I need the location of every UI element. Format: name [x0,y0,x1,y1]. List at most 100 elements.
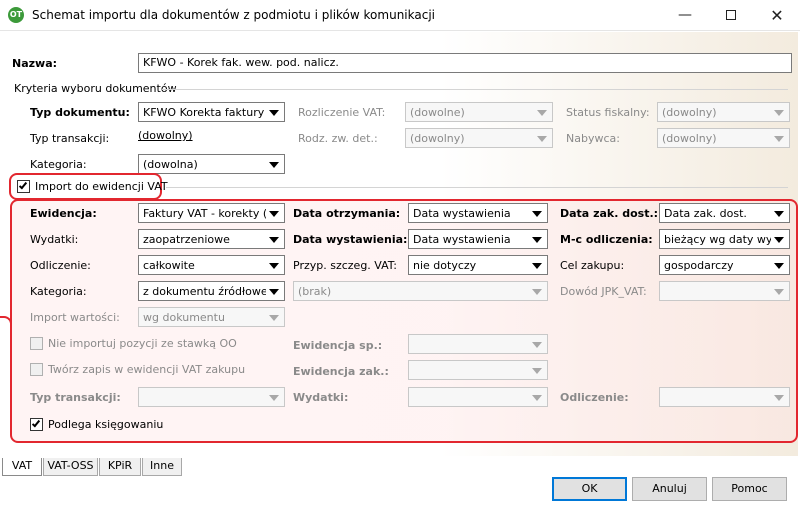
doc-type-label: Typ dokumentu: [30,106,130,119]
date-purchase-select[interactable]: Data zak. dost. [659,203,790,223]
import-values-select: wg dokumentu [138,307,285,327]
import-values-value: wg dokumentu [143,311,225,324]
date-issued-select[interactable]: Data wystawienia [408,229,548,249]
vat-category-extra-value: (brak) [298,285,332,298]
close-button[interactable]: ✕ [754,0,800,31]
vat-import-divider [166,187,788,188]
chevron-down-icon [532,263,542,269]
buyer-label: Nabywca: [566,132,620,145]
vat-import-label: Import do ewidencji VAT [35,180,168,193]
checkmark-icon [31,418,41,428]
register-select[interactable]: Faktury VAT - korekty (za [138,203,285,223]
checkmark-icon [18,180,28,190]
tab-vat-oss[interactable]: VAT-OSS [43,458,98,476]
tab-kpir[interactable]: KPiR [99,458,141,476]
ok-button[interactable]: OK [552,477,627,501]
special-kind-value: (dowolny) [410,132,465,145]
purpose-select[interactable]: gospodarczy [659,255,790,275]
special-vat-label: Przyp. szczeg. VAT: [293,259,398,272]
chevron-down-icon [269,315,279,321]
buyer-select: (dowolny) [657,128,790,148]
deduction-select[interactable]: całkowite [138,255,285,275]
deduction-label: Odliczenie: [30,259,91,272]
vat-category-label: Kategoria: [30,285,87,298]
fiscal-status-select: (dowolny) [657,102,790,122]
tab-vat[interactable]: VAT [2,458,42,476]
vat-settlement-label: Rozliczenie VAT: [298,106,386,119]
window-title: Schemat importu dla dokumentów z podmiot… [32,8,435,22]
chevron-down-icon [774,211,784,217]
purpose-label: Cel zakupu: [560,259,625,272]
proof-label: Dowód JPK_VAT: [560,285,647,298]
chevron-down-icon [774,263,784,269]
chevron-down-icon [532,211,542,217]
chevron-down-icon [532,342,542,348]
chevron-down-icon [537,110,547,116]
tab-inne[interactable]: Inne [142,458,182,476]
special-vat-select[interactable]: nie dotyczy [408,255,548,275]
register-zak-label: Ewidencja zak.: [293,365,389,378]
chevron-down-icon [269,162,279,168]
chevron-down-icon [774,237,784,243]
create-entry-checkbox [30,363,43,376]
main-panel: Nazwa: KFWO - Korek fak. wew. pod. nalic… [0,32,798,456]
vat-category-extra-select: (brak) [293,281,548,301]
vat-category-value: z dokumentu źródłowego [143,285,266,298]
chevron-down-icon [537,136,547,142]
special-vat-value: nie dotyczy [413,259,477,272]
register-sp-label: Ewidencja sp.: [293,339,383,352]
name-input[interactable]: KFWO - Korek fak. wew. pod. nalicz. [138,53,792,73]
date-received-select[interactable]: Data wystawienia [408,203,548,223]
skip-oo-checkbox [30,337,43,350]
trans-type-link[interactable]: (dowolny) [138,129,193,142]
criteria-divider [162,89,788,90]
fiscal-status-label: Status fiskalny: [566,106,650,119]
create-entry-label: Twórz zapis w ewidencji VAT zakupu [48,363,246,376]
trans-type-label: Typ transakcji: [30,132,110,145]
vat-import-checkbox[interactable] [17,180,30,193]
chevron-down-icon [269,289,279,295]
chevron-down-icon [269,395,279,401]
month-deduction-select[interactable]: bieżący wg daty wysta [659,229,790,249]
vat-trans-type-select [138,387,285,407]
date-purchase-label: Data zak. dost.: [560,207,659,220]
criteria-title: Kryteria wyboru dokumentów [14,82,177,95]
chevron-down-icon [532,289,542,295]
special-kind-select: (dowolny) [405,128,553,148]
name-label: Nazwa: [12,57,58,70]
buyer-value: (dowolny) [662,132,717,145]
proof-select [659,281,790,301]
chevron-down-icon [774,395,784,401]
title-bar: OT Schemat importu dla dokumentów z podm… [0,0,800,31]
special-kind-label: Rodz. zw. det.: [298,132,378,145]
doc-type-select[interactable]: KFWO Korekta faktury we [138,102,285,122]
category-select[interactable]: (dowolna) [138,154,285,174]
cancel-button[interactable]: Anuluj [632,477,707,501]
chevron-down-icon [269,211,279,217]
app-logo-icon: OT [8,7,24,23]
register-zak-select [408,360,548,380]
expenses-select[interactable]: zaopatrzeniowe [138,229,285,249]
help-button[interactable]: Pomoc [712,477,787,501]
doc-type-value: KFWO Korekta faktury we [143,106,266,119]
date-issued-value: Data wystawienia [413,233,511,246]
maximize-button[interactable] [708,0,754,31]
expenses-value: zaopatrzeniowe [143,233,230,246]
expenses2-select [408,387,548,407]
chevron-down-icon [532,368,542,374]
minimize-button[interactable]: — [662,0,708,31]
date-received-value: Data wystawienia [413,207,511,220]
date-received-label: Data otrzymania: [293,207,401,220]
chevron-down-icon [774,110,784,116]
vat-category-select[interactable]: z dokumentu źródłowego [138,281,285,301]
register-sp-select [408,334,548,354]
deduction2-select [659,387,790,407]
purpose-value: gospodarczy [664,259,734,272]
expenses2-label: Wydatki: [293,391,349,404]
posting-checkbox[interactable] [30,418,43,431]
category-label: Kategoria: [30,158,87,171]
maximize-icon [726,10,736,20]
posting-label: Podlega księgowaniu [48,418,164,431]
date-issued-label: Data wystawienia: [293,233,408,246]
chevron-down-icon [269,263,279,269]
